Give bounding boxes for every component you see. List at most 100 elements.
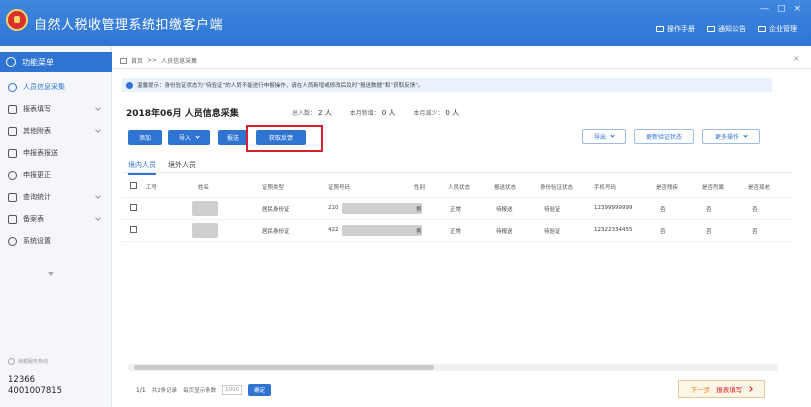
more-actions-button[interactable]: 更多操作: [702, 129, 760, 144]
scrollbar-thumb[interactable]: [134, 365, 434, 370]
app-title: 自然人税收管理系统扣缴客户端: [34, 18, 224, 33]
folder-icon: [8, 214, 17, 224]
sidebar-item-label: 其他附表: [23, 127, 51, 135]
col-header: 性别: [414, 185, 426, 191]
stat-removed: 本月减少： 0 人: [413, 109, 460, 117]
tax-emblem-icon: [6, 9, 28, 31]
window-controls: — □ ×: [760, 4, 801, 14]
page-title: 2018年06月 人员信息采集: [126, 109, 239, 119]
close-button[interactable]: ×: [793, 4, 801, 14]
app-window: 自然人税收管理系统扣缴客户端 — □ × 操作手册 通知公告 企业管理 功能菜单…: [0, 0, 811, 407]
table-row[interactable]: 居民身份证 210 男 正常 待报送 待验证 12399999999 否 否 否: [122, 198, 792, 220]
col-header: 是否孤老: [748, 185, 771, 191]
notice-button[interactable]: 通知公告: [707, 24, 746, 34]
masked-name: [192, 223, 218, 238]
col-header: 证照号码: [328, 185, 351, 191]
main-content: 首页 >> 人员信息采集 × 温馨提示：身份验证状态为“待验证”的人员不能进行申…: [112, 46, 811, 407]
pagination: 1/1 共2条记录 每页显示条数 1000 确定: [136, 384, 272, 396]
function-menu-header[interactable]: 功能菜单: [0, 52, 112, 72]
sidebar: 功能菜单 人员信息采集 报表填写 其他附表 申报表报送 申报更正 查询统计 备案…: [0, 46, 112, 407]
stat-total: 总人数： 2 人: [292, 109, 332, 117]
hotline: 纳税服务热线 12366 4001007815: [8, 358, 62, 397]
col-header: 工号: [146, 185, 158, 191]
select-all-checkbox[interactable]: [130, 182, 137, 189]
gear-icon: [8, 236, 17, 246]
col-header: 是否残疾: [656, 185, 679, 191]
stats: 总人数： 2 人 本月新增： 0 人 本月减少： 0 人: [292, 108, 459, 118]
sidebar-item-label: 申报更正: [23, 171, 51, 179]
col-header: 姓名: [198, 185, 210, 191]
col-header: 证照类型: [262, 185, 285, 191]
chevron-down-icon: [195, 134, 200, 139]
sidebar-item-settings[interactable]: 系统设置: [0, 230, 112, 252]
stats-icon: [8, 192, 17, 202]
sidebar-item-label: 人员信息采集: [23, 83, 65, 91]
send-icon: [8, 148, 17, 158]
grid-icon: [8, 126, 17, 136]
notice-bar: 温馨提示：身份验证状态为“待验证”的人员不能进行申报操作，请在人员新增或修改后及…: [122, 78, 772, 92]
update-status-button[interactable]: 更新验证状态: [634, 129, 694, 144]
masked-id-number: [342, 225, 422, 236]
chevron-right-icon: [747, 386, 754, 392]
chevron-down-icon: [95, 193, 101, 199]
function-menu-label: 功能菜单: [22, 57, 54, 67]
sidebar-item-label: 查询统计: [23, 193, 51, 201]
sidebar-item-filing[interactable]: 备案表: [0, 208, 112, 230]
info-icon: [126, 81, 133, 89]
breadcrumb: 首页 >> 人员信息采集: [120, 56, 197, 65]
menu-icon: [6, 57, 16, 67]
page-confirm-button[interactable]: 确定: [248, 384, 272, 396]
breadcrumb-home[interactable]: 首页: [131, 56, 143, 65]
next-step-button[interactable]: 下一步 报表填写: [678, 380, 765, 398]
maximize-button[interactable]: □: [777, 4, 786, 14]
divider: [122, 172, 792, 173]
minimize-button[interactable]: —: [760, 4, 769, 14]
report-button[interactable]: 报送: [218, 130, 248, 145]
sidebar-item-label: 备案表: [23, 215, 44, 223]
hotline-label: 纳税服务热线: [8, 358, 62, 365]
row-checkbox[interactable]: [130, 226, 137, 233]
person-icon: [8, 82, 17, 92]
chevron-down-icon: [95, 127, 101, 133]
masked-name: [192, 201, 218, 216]
add-button[interactable]: 添加: [128, 130, 162, 145]
col-header: 人员状态: [448, 185, 471, 191]
building-icon: [758, 26, 766, 32]
title-bar: 自然人税收管理系统扣缴客户端 — □ × 操作手册 通知公告 企业管理: [0, 0, 811, 46]
sidebar-nav: 人员信息采集 报表填写 其他附表 申报表报送 申报更正 查询统计 备案表 系统设…: [0, 76, 112, 252]
top-actions: 操作手册 通知公告 企业管理: [656, 24, 797, 34]
table-header: 工号 姓名 证照类型 证照号码 性别 人员状态 报送状态 身份验证状态 手机号码…: [122, 176, 792, 198]
page-size-label: 每页显示条数: [183, 388, 217, 394]
hotline-number: 4001007815: [8, 386, 63, 396]
chevron-down-icon: [95, 215, 101, 221]
chevron-down-icon: [610, 133, 615, 138]
home-icon: [120, 57, 127, 64]
notice-text: 温馨提示：身份验证状态为“待验证”的人员不能进行申报操作，请在人员新增或修改后及…: [137, 83, 424, 89]
table-row[interactable]: 居民身份证 422 男 正常 待报送 待验证 12322334455 否 否 否: [122, 220, 792, 242]
sidebar-item-submit[interactable]: 申报表报送: [0, 142, 112, 164]
sidebar-item-report-fill[interactable]: 报表填写: [0, 98, 112, 120]
sidebar-item-correction[interactable]: 申报更正: [0, 164, 112, 186]
chevron-down-icon: [95, 105, 101, 111]
close-tab-icon[interactable]: ×: [793, 55, 801, 63]
import-button[interactable]: 导入: [168, 130, 210, 145]
col-header: 是否烈属: [702, 185, 725, 191]
sidebar-item-label: 报表填写: [23, 105, 51, 113]
masked-id-number: [342, 203, 422, 214]
page-size-input[interactable]: 1000: [222, 385, 243, 395]
sidebar-item-query[interactable]: 查询统计: [0, 186, 112, 208]
company-manage-button[interactable]: 企业管理: [758, 24, 797, 34]
bell-icon: [707, 26, 715, 32]
export-button[interactable]: 导出: [582, 129, 626, 144]
col-header: 身份验证状态: [540, 185, 574, 191]
sidebar-item-personnel[interactable]: 人员信息采集: [0, 76, 112, 98]
row-checkbox[interactable]: [130, 204, 137, 211]
collapse-arrow-icon[interactable]: [48, 272, 54, 276]
page-info: 1/1: [136, 386, 146, 394]
breadcrumb-current: 人员信息采集: [161, 58, 198, 65]
manual-button[interactable]: 操作手册: [656, 24, 695, 34]
col-header: 报送状态: [494, 185, 517, 191]
sidebar-item-other-schedules[interactable]: 其他附表: [0, 120, 112, 142]
sidebar-item-label: 申报表报送: [23, 149, 58, 157]
horizontal-scrollbar[interactable]: [128, 364, 778, 371]
